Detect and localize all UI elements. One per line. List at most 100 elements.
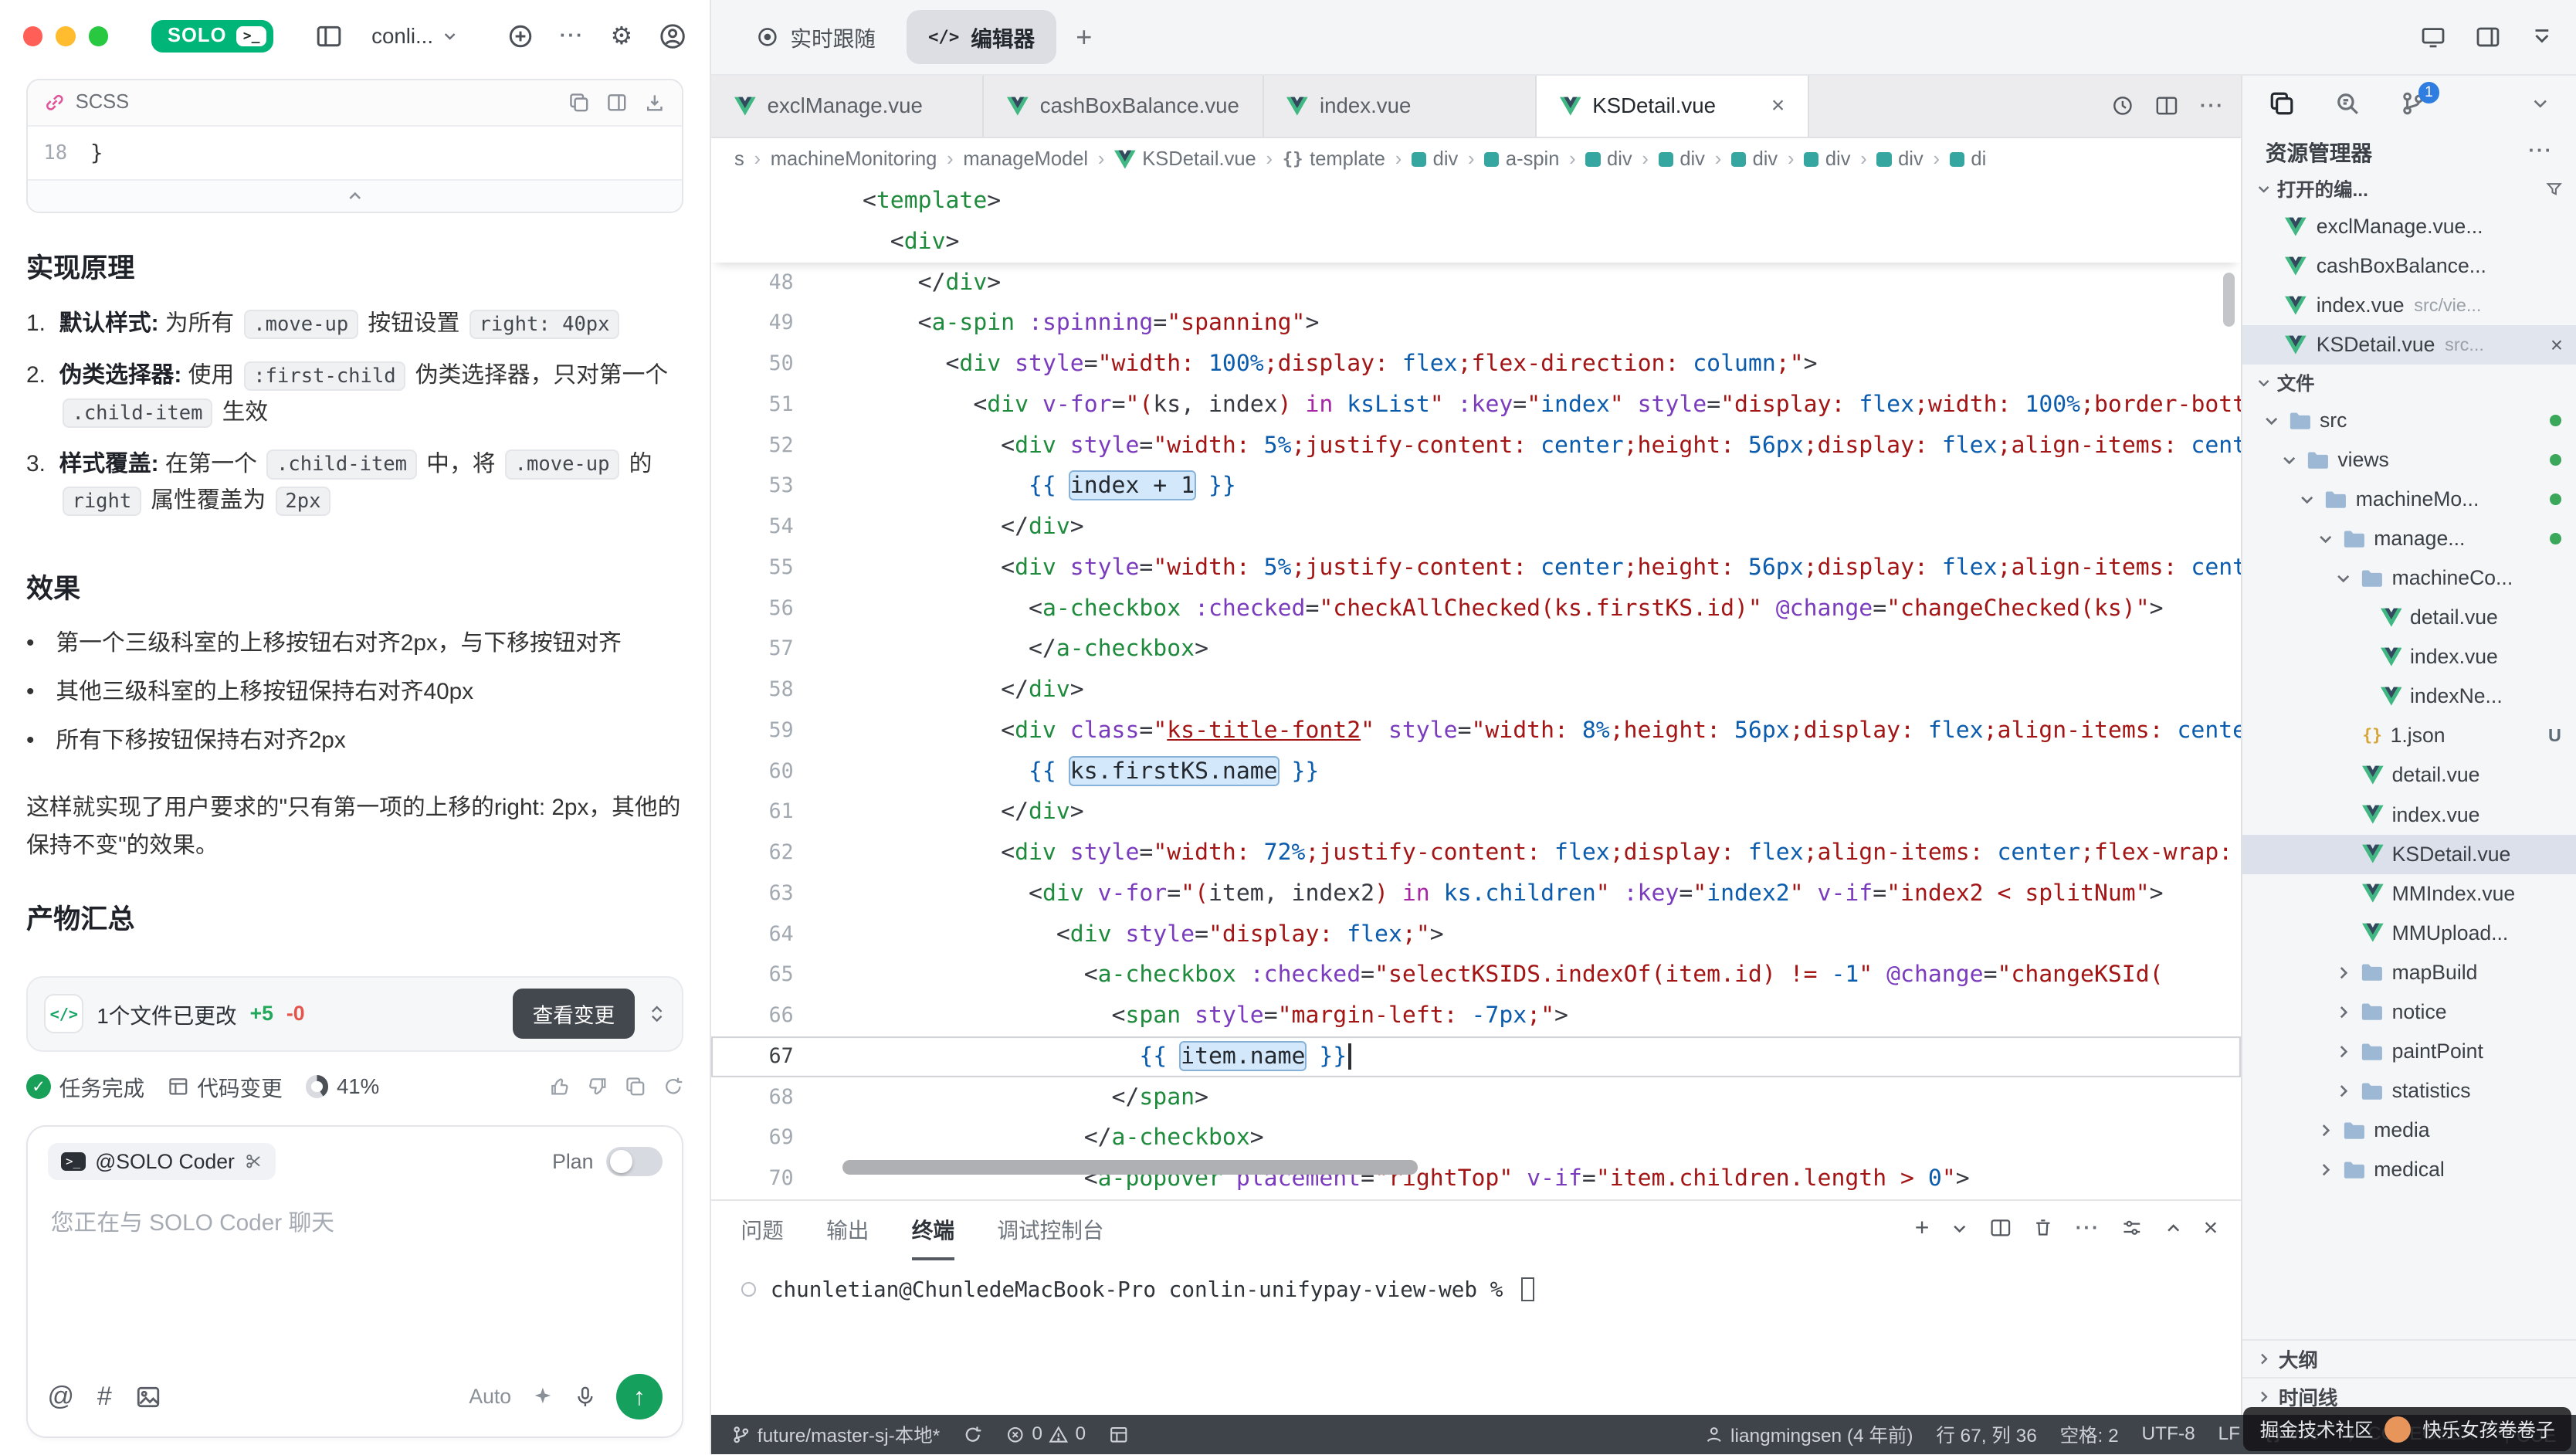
mention-icon[interactable]: @ [48, 1382, 75, 1412]
panel-tab-调试控制台[interactable]: 调试控制台 [997, 1200, 1103, 1260]
split-editor-icon[interactable] [2155, 94, 2178, 117]
code-line-59[interactable]: 59 <div class="ks-title-font2" style="wi… [711, 711, 2241, 751]
tree-item-KSDetail.vue[interactable]: KSDetail.vue [2242, 835, 2576, 874]
code-line-58[interactable]: 58 </div> [711, 670, 2241, 711]
terminal-dropdown-icon[interactable] [1951, 1219, 1968, 1237]
close-window-button[interactable] [23, 26, 43, 46]
sparkle-icon[interactable] [531, 1385, 554, 1409]
tree-item-views[interactable]: views [2242, 440, 2576, 480]
minimize-window-button[interactable] [56, 26, 76, 46]
code-line[interactable]: <div> [711, 222, 2241, 263]
send-button[interactable]: ↑ [616, 1374, 663, 1420]
editor-tab-cashBoxBalance.vue[interactable]: cashBoxBalance.vue [984, 76, 1263, 137]
breadcrumb-item[interactable]: div [1731, 148, 1778, 171]
history-icon[interactable] [2111, 94, 2134, 117]
files-section-header[interactable]: 文件 [2242, 365, 2576, 401]
explorer-view-icon[interactable] [2269, 90, 2295, 117]
code-line-50[interactable]: 50 <div style="width: 100%;display: flex… [711, 344, 2241, 385]
view-changes-button[interactable]: 查看变更 [513, 989, 634, 1039]
breadcrumb-item[interactable]: {}template [1283, 148, 1385, 171]
maximize-window-button[interactable] [89, 26, 109, 46]
tree-item-index.vue[interactable]: index.vue [2242, 795, 2576, 834]
tree-item-indexNe...[interactable]: indexNe... [2242, 677, 2576, 716]
encoding-setting[interactable]: UTF-8 [2141, 1423, 2195, 1445]
code-editor[interactable]: <template> <div> 48 </div>49 <a-spin :sp… [711, 181, 2241, 1199]
indent-setting[interactable]: 空格: 2 [2060, 1421, 2119, 1448]
tree-item-notice[interactable]: notice [2242, 992, 2576, 1032]
explorer-more-icon[interactable]: ··· [2528, 140, 2553, 162]
kill-terminal-icon[interactable] [2032, 1217, 2054, 1239]
tree-item-detail.vue[interactable]: detail.vue [2242, 598, 2576, 637]
collapse-panel-icon[interactable] [2530, 25, 2554, 49]
breadcrumb-item[interactable]: s [734, 148, 744, 171]
open-editors-filter-icon[interactable] [2545, 180, 2563, 198]
tree-item-MMUpload...[interactable]: MMUpload... [2242, 914, 2576, 953]
open-editor-item[interactable]: cashBoxBalance... [2242, 246, 2576, 286]
code-line-48[interactable]: 48 </div> [711, 263, 2241, 304]
tree-item-media[interactable]: media [2242, 1111, 2576, 1150]
code-line-68[interactable]: 68 </span> [711, 1077, 2241, 1118]
monitor-icon[interactable] [2420, 25, 2446, 49]
code-card-body[interactable]: 18 } [28, 127, 682, 179]
chat-composer[interactable]: >_ @SOLO Coder Plan 您正在与 SOLO Coder 聊天 @… [26, 1125, 683, 1438]
sync-button[interactable] [963, 1425, 983, 1445]
tab-editor[interactable]: </> 编辑器 [907, 10, 1056, 64]
tree-item-detail.vue[interactable]: detail.vue [2242, 755, 2576, 795]
close-icon[interactable]: × [2551, 333, 2563, 358]
code-line-62[interactable]: 62 <div style="width: 72%;justify-conten… [711, 833, 2241, 873]
editor-tab-exclManage.vue[interactable]: exclManage.vue [711, 76, 984, 137]
code-change-status[interactable]: 代码变更 [168, 1071, 283, 1102]
tree-item-1.json[interactable]: {}1.jsonU [2242, 716, 2576, 755]
panel-settings-icon[interactable] [2121, 1217, 2143, 1239]
tree-item-medical[interactable]: medical [2242, 1150, 2576, 1189]
split-terminal-icon[interactable] [1990, 1217, 2012, 1239]
code-line-53[interactable]: 53 {{ index + 1 }} [711, 466, 2241, 507]
git-branch-indicator[interactable]: future/master-sj-本地* [731, 1421, 940, 1448]
code-line-63[interactable]: 63 <div v-for="(item, index2) in ks.chil… [711, 873, 2241, 914]
search-view-icon[interactable] [2334, 90, 2361, 117]
code-line-52[interactable]: 52 <div style="width: 5%;justify-content… [711, 426, 2241, 466]
sidebar-toggle-icon[interactable] [316, 23, 342, 49]
insert-icon[interactable] [606, 92, 628, 114]
panel-tab-问题[interactable]: 问题 [741, 1200, 784, 1260]
breadcrumb-item[interactable]: div [1876, 148, 1923, 171]
hash-icon[interactable]: # [97, 1382, 112, 1412]
breadcrumb-item[interactable]: div [1659, 148, 1705, 171]
thumbs-down-icon[interactable] [587, 1076, 608, 1097]
editor-tab-KSDetail.vue[interactable]: KSDetail.vue× [1537, 76, 1809, 137]
code-line-49[interactable]: 49 <a-spin :spinning="spanning"> [711, 303, 2241, 344]
views-dropdown-icon[interactable] [2530, 93, 2551, 114]
code-line-51[interactable]: 51 <div v-for="(ks, index) in ksList" :k… [711, 385, 2241, 426]
window-controls[interactable] [23, 26, 109, 46]
tree-item-machineMo...[interactable]: machineMo... [2242, 480, 2576, 519]
maximize-panel-icon[interactable] [2164, 1219, 2182, 1237]
code-line-60[interactable]: 60 {{ ks.firstKS.name }} [711, 751, 2241, 792]
ports-icon[interactable] [1109, 1425, 1129, 1445]
open-editor-item[interactable]: KSDetail.vuesrc...× [2242, 325, 2576, 365]
terminal-output[interactable]: chunletian@ChunledeMacBook-Pro conlin-un… [711, 1260, 2241, 1302]
horizontal-scrollbar[interactable] [842, 1160, 1418, 1175]
more-options-icon[interactable]: ··· [560, 25, 585, 47]
editor-tab-index.vue[interactable]: index.vue [1264, 76, 1537, 137]
tree-item-paintPoint[interactable]: paintPoint [2242, 1032, 2576, 1071]
code-line-56[interactable]: 56 <a-checkbox :checked="checkAllChecked… [711, 588, 2241, 629]
code-line-64[interactable]: 64 <div style="display: flex;"> [711, 914, 2241, 955]
outline-section[interactable]: 大纲 [2242, 1339, 2576, 1377]
more-actions-icon[interactable]: ··· [2200, 95, 2225, 117]
breadcrumb-item[interactable]: div [1585, 148, 1632, 171]
breadcrumb-item[interactable]: div [1412, 148, 1458, 171]
code-line-61[interactable]: 61 </div> [711, 792, 2241, 833]
expand-collapse-icon[interactable] [648, 1003, 666, 1025]
blame-author[interactable]: liangmingsen (4 年前) [1704, 1421, 1913, 1448]
open-editor-item[interactable]: exclManage.vue... [2242, 207, 2576, 246]
breadcrumb-item[interactable]: KSDetail.vue [1114, 148, 1256, 171]
breadcrumb-item[interactable]: a-spin [1484, 148, 1559, 171]
workspace-switcher[interactable]: conli... [371, 24, 458, 49]
download-icon[interactable] [644, 92, 666, 114]
panel-tab-终端[interactable]: 终端 [912, 1200, 954, 1260]
collapse-code-button[interactable] [28, 179, 682, 212]
source-control-view-icon[interactable]: 1 [2400, 90, 2426, 117]
breadcrumb-item[interactable]: machineMonitoring [771, 148, 937, 171]
tree-item-manage...[interactable]: manage... [2242, 519, 2576, 558]
panel-tab-输出[interactable]: 输出 [826, 1200, 869, 1260]
